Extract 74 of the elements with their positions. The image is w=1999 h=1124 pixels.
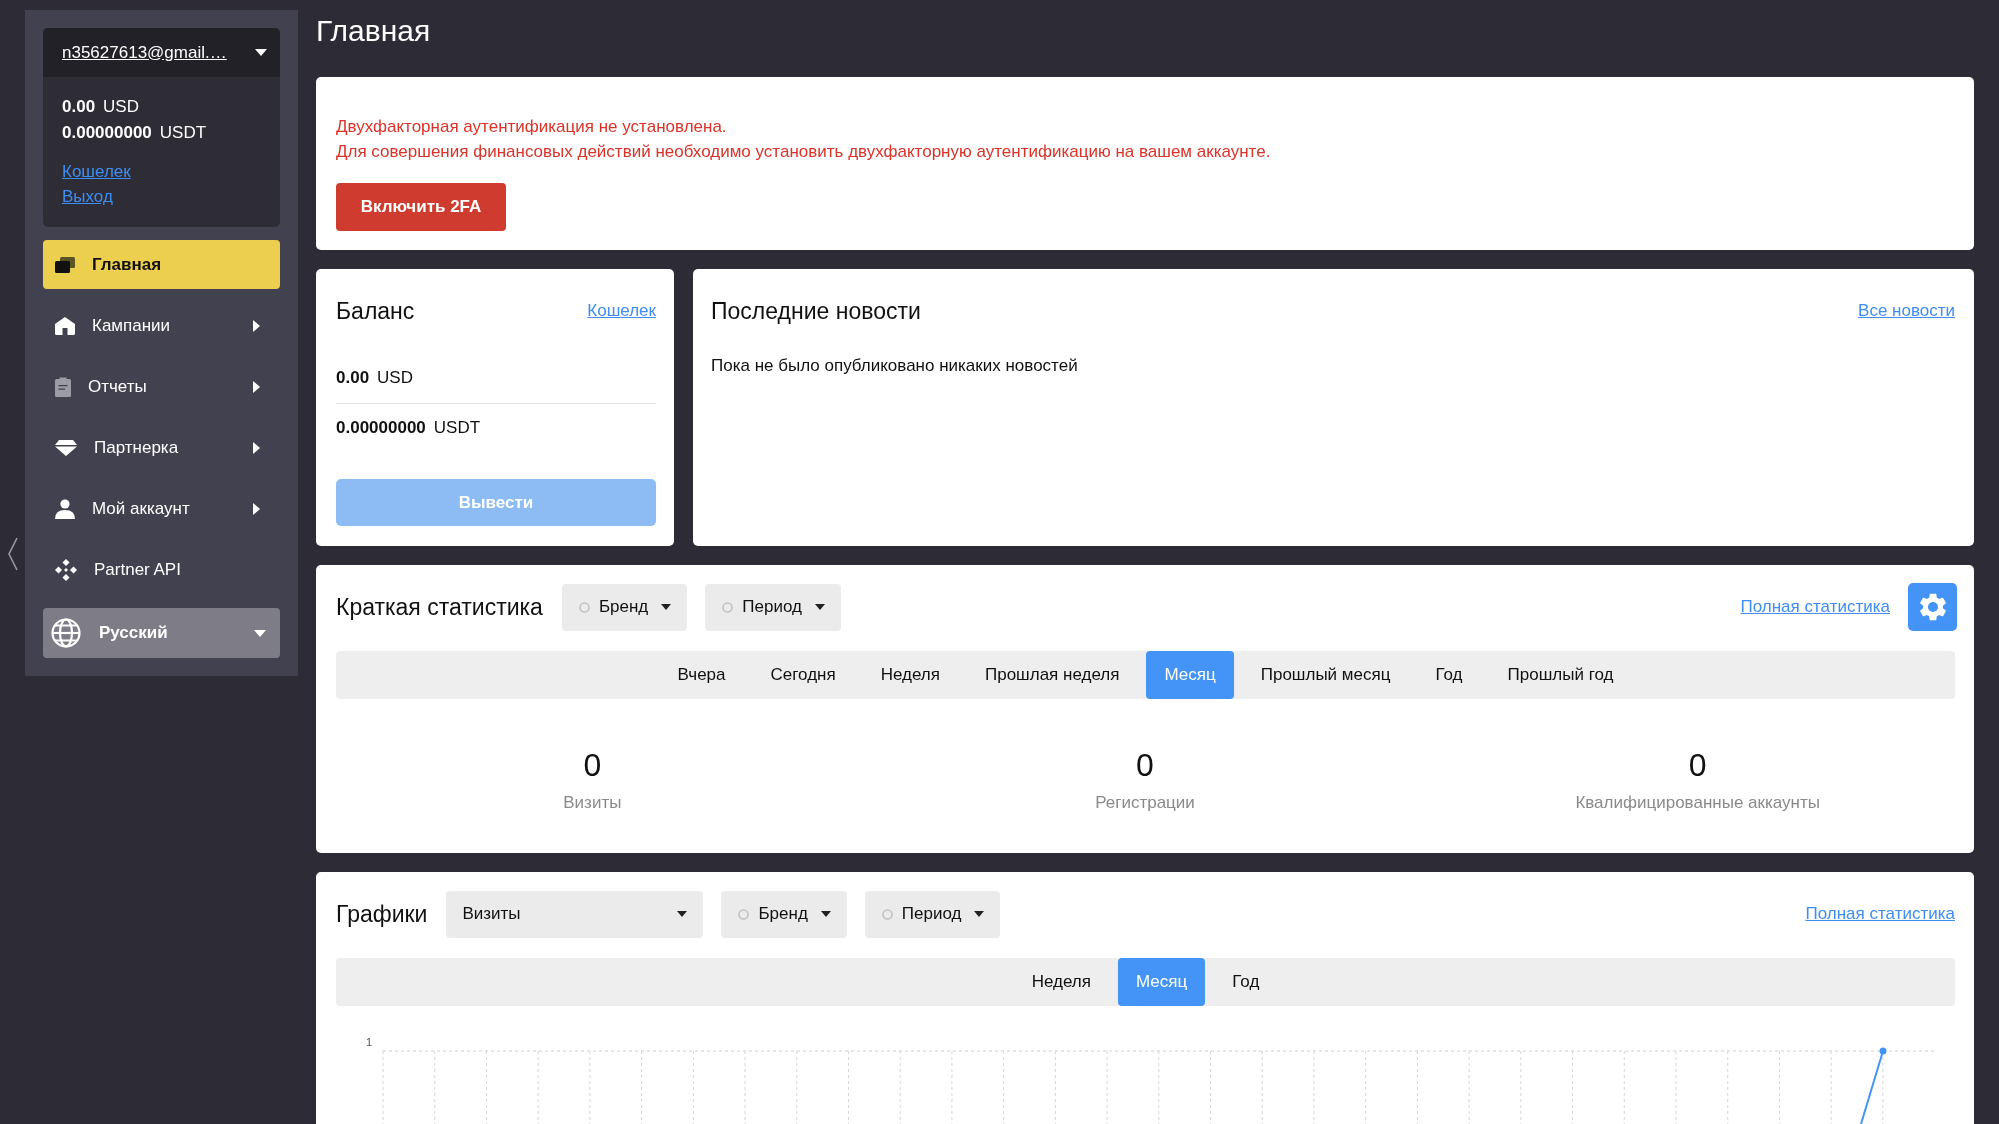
caret-icon bbox=[974, 911, 985, 917]
period-tab[interactable]: Неделя bbox=[862, 651, 958, 699]
period-tab[interactable]: Прошлый год bbox=[1489, 651, 1632, 699]
ring-icon bbox=[738, 908, 750, 920]
language-select[interactable]: Русский bbox=[43, 608, 280, 658]
currency-label: USD bbox=[377, 368, 413, 388]
card-title: Баланс bbox=[336, 297, 415, 325]
settings-icon bbox=[1919, 593, 1946, 621]
nav-item[interactable]: Мой аккаунт bbox=[43, 484, 280, 533]
alert-text: Двухфакторная аутентификация не установлена. bbox=[336, 116, 727, 138]
y-axis-label: 1 bbox=[366, 1036, 373, 1048]
caret-icon bbox=[677, 911, 688, 917]
metric-label: Регистрации bbox=[1095, 792, 1195, 814]
settings-button[interactable] bbox=[1908, 583, 1957, 631]
account-dropdown[interactable]: n35627613@gmail.… bbox=[43, 28, 280, 77]
ring-icon bbox=[578, 601, 590, 613]
currency-label: USDT bbox=[433, 418, 481, 438]
period-tab[interactable]: Сегодня bbox=[752, 651, 854, 699]
nav-item[interactable]: Главная bbox=[43, 240, 280, 289]
filter-dropdown[interactable]: Период bbox=[864, 890, 1001, 938]
card-title: Краткая статистика bbox=[336, 593, 543, 621]
metric-value: 0 bbox=[1136, 746, 1154, 785]
currency-label: USD bbox=[103, 97, 139, 116]
balance-amount: 0.00000000 bbox=[62, 123, 152, 142]
metric-value: 0 bbox=[583, 746, 602, 785]
chevron-right-icon bbox=[253, 502, 260, 515]
metric-label: Квалифицированные аккаунты bbox=[1575, 792, 1820, 814]
clipboard-icon bbox=[55, 376, 71, 397]
period-tab[interactable]: Прошлая неделя bbox=[967, 651, 1138, 699]
cards-icon bbox=[55, 256, 75, 273]
caret-icon bbox=[661, 604, 672, 610]
nav-item[interactable]: Partner API bbox=[43, 545, 280, 594]
logout-link[interactable]: Выход bbox=[62, 184, 113, 209]
page-title: Главная bbox=[316, 13, 431, 49]
user-icon bbox=[55, 498, 75, 519]
chevron-right-icon bbox=[253, 380, 260, 393]
wallet-link[interactable]: Кошелек bbox=[62, 159, 131, 184]
chart-point bbox=[1879, 1047, 1887, 1055]
card-title: Графики bbox=[336, 900, 428, 928]
filter-dropdown[interactable]: Период bbox=[705, 583, 841, 631]
period-tab[interactable]: Год bbox=[1417, 651, 1481, 699]
ring-icon bbox=[881, 908, 893, 920]
filter-dropdown[interactable]: Бренд bbox=[721, 890, 847, 938]
house-icon bbox=[55, 316, 75, 335]
nav-item[interactable]: Кампании bbox=[43, 301, 280, 350]
balance-amount: 0.00 bbox=[336, 368, 370, 388]
chevron-right-icon bbox=[253, 441, 260, 454]
filter-dropdown[interactable]: Бренд bbox=[561, 583, 688, 631]
globe-icon bbox=[51, 618, 81, 648]
caret-icon bbox=[820, 911, 831, 917]
card-title: Последние новости bbox=[711, 297, 921, 325]
ring-icon bbox=[722, 601, 734, 613]
caret-icon bbox=[814, 604, 825, 610]
period-tab[interactable]: Неделя bbox=[1013, 958, 1109, 1006]
diamond-icon bbox=[55, 439, 77, 456]
alert-text: Для совершения финансовых действий необходимо установить двухфакторную аутентификацию на вашем аккаунте. bbox=[336, 141, 1271, 163]
nodes-icon bbox=[55, 558, 77, 581]
balance-amount: 0.00 bbox=[62, 97, 96, 116]
caret-icon bbox=[255, 49, 267, 56]
metric-label: Визиты bbox=[563, 792, 622, 814]
collapse-chevron-icon[interactable] bbox=[7, 537, 19, 571]
metric-value: 0 bbox=[1688, 746, 1707, 785]
metric-select[interactable]: Визиты bbox=[446, 890, 704, 938]
period-tab[interactable]: Год bbox=[1214, 958, 1278, 1006]
period-tab[interactable]: Прошлый месяц bbox=[1242, 651, 1409, 699]
enable-2fa-button[interactable]: Включить 2FA bbox=[336, 183, 506, 231]
period-tab[interactable]: Вчера bbox=[659, 651, 744, 699]
empty-news-text: Пока не было опубликовано никаких новостей bbox=[711, 355, 1078, 377]
currency-label: USDT bbox=[159, 123, 207, 142]
chevron-right-icon bbox=[253, 319, 260, 332]
nav-item[interactable]: Партнерка bbox=[43, 423, 280, 472]
balance-amount: 0.00000000 bbox=[336, 418, 426, 438]
caret-icon bbox=[254, 629, 266, 637]
nav-item[interactable]: Отчеты bbox=[43, 362, 280, 411]
